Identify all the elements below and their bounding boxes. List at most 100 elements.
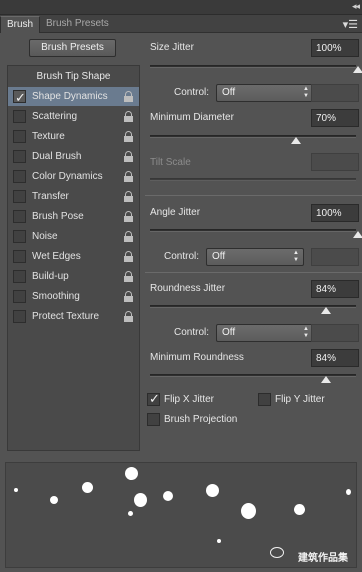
panel-menu-icon[interactable]: ▾☰ bbox=[343, 18, 358, 31]
lock-icon[interactable] bbox=[124, 291, 133, 302]
sidebar-item-build-up[interactable]: Build-up bbox=[8, 267, 139, 286]
lock-icon[interactable] bbox=[124, 251, 133, 262]
sidebar-item-label: Protect Texture bbox=[32, 311, 100, 322]
sidebar-item-label: Wet Edges bbox=[32, 251, 81, 262]
section-divider bbox=[145, 195, 362, 196]
flip-x-jitter-checkbox[interactable]: ✓ bbox=[147, 391, 160, 406]
size-control-value: Off bbox=[222, 87, 236, 98]
sidebar-item-label: Build-up bbox=[32, 271, 69, 282]
checkmark-icon: ✓ bbox=[15, 90, 26, 105]
sidebar-item-label: Color Dynamics bbox=[32, 171, 103, 182]
lock-icon[interactable] bbox=[124, 231, 133, 242]
color-dynamics-checkbox[interactable] bbox=[13, 170, 26, 183]
lock-icon[interactable] bbox=[124, 171, 133, 182]
minimum-roundness-label: Minimum Roundness bbox=[150, 352, 244, 363]
brush-dab bbox=[50, 496, 58, 504]
brush-dab bbox=[346, 489, 351, 495]
brush-dab bbox=[14, 488, 18, 492]
sidebar-item-label: Noise bbox=[32, 231, 58, 242]
tab-brush-presets[interactable]: Brush Presets bbox=[40, 16, 115, 33]
flip-x-jitter-label[interactable]: Flip X Jitter bbox=[164, 394, 214, 405]
lock-icon[interactable] bbox=[124, 131, 133, 142]
sidebar-item-label: Shape Dynamics bbox=[32, 91, 108, 102]
lock-icon[interactable] bbox=[124, 91, 133, 102]
lock-icon[interactable] bbox=[124, 211, 133, 222]
size-jitter-label: Size Jitter bbox=[150, 42, 194, 53]
angle-control-label: Control: bbox=[164, 251, 200, 262]
section-divider bbox=[145, 272, 362, 273]
size-jitter-thumb[interactable] bbox=[353, 66, 362, 73]
sidebar-item-smoothing[interactable]: Smoothing bbox=[8, 287, 139, 306]
angle-jitter-slider[interactable] bbox=[150, 229, 356, 232]
minimum-diameter-value[interactable]: 70% bbox=[311, 109, 359, 127]
angle-jitter-value[interactable]: 100% bbox=[311, 204, 359, 222]
build-up-checkbox[interactable] bbox=[13, 270, 26, 283]
sidebar-item-label: Dual Brush bbox=[32, 151, 82, 162]
sidebar-item-brush-pose[interactable]: Brush Pose bbox=[8, 207, 139, 226]
roundness-jitter-thumb[interactable] bbox=[321, 307, 331, 314]
tab-brush[interactable]: Brush bbox=[0, 16, 41, 33]
sidebar-item-color-dynamics[interactable]: Color Dynamics bbox=[8, 167, 139, 186]
size-control-select[interactable]: Off ▲ ▼ bbox=[216, 84, 314, 102]
tilt-scale-value bbox=[311, 153, 359, 171]
sidebar-item-wet-edges[interactable]: Wet Edges bbox=[8, 247, 139, 266]
brush-pose-checkbox[interactable] bbox=[13, 210, 26, 223]
sidebar-item-label: Texture bbox=[32, 131, 65, 142]
flip-y-jitter-checkbox[interactable] bbox=[258, 393, 271, 406]
brush-dab bbox=[82, 482, 93, 493]
angle-jitter-thumb[interactable] bbox=[353, 231, 362, 238]
lock-icon[interactable] bbox=[124, 271, 133, 282]
sidebar-item-transfer[interactable]: Transfer bbox=[8, 187, 139, 206]
roundness-jitter-value[interactable]: 84% bbox=[311, 280, 359, 298]
sidebar-item-label: Scattering bbox=[32, 111, 78, 122]
noise-checkbox[interactable] bbox=[13, 230, 26, 243]
texture-checkbox[interactable] bbox=[13, 130, 26, 143]
updown-arrows-icon: ▲ ▼ bbox=[293, 250, 299, 263]
brush-projection-checkbox[interactable] bbox=[147, 413, 160, 426]
smoothing-checkbox[interactable] bbox=[13, 290, 26, 303]
shape-dynamics-checkbox[interactable]: ✓ bbox=[13, 90, 26, 105]
tilt-scale-slider bbox=[150, 178, 356, 181]
brush-dab bbox=[241, 503, 256, 519]
sidebar-item-protect-texture[interactable]: Protect Texture bbox=[8, 307, 139, 326]
sidebar-item-dual-brush[interactable]: Dual Brush bbox=[8, 147, 139, 166]
roundness-control-aux-field bbox=[311, 324, 359, 342]
lock-icon[interactable] bbox=[124, 191, 133, 202]
minimum-diameter-label: Minimum Diameter bbox=[150, 112, 234, 123]
sidebar-item-label: Brush Pose bbox=[32, 211, 84, 222]
sidebar-item-noise[interactable]: Noise bbox=[8, 227, 139, 246]
angle-control-select[interactable]: Off ▲ ▼ bbox=[206, 248, 304, 266]
brush-presets-button[interactable]: Brush Presets bbox=[29, 39, 116, 57]
flip-y-jitter-label[interactable]: Flip Y Jitter bbox=[275, 394, 325, 405]
tilt-scale-label: Tilt Scale bbox=[150, 157, 191, 168]
roundness-control-value: Off bbox=[222, 327, 236, 338]
wet-edges-checkbox[interactable] bbox=[13, 250, 26, 263]
roundness-jitter-label: Roundness Jitter bbox=[150, 283, 226, 294]
size-jitter-value[interactable]: 100% bbox=[311, 39, 359, 57]
scattering-checkbox[interactable] bbox=[13, 110, 26, 123]
minimum-roundness-value[interactable]: 84% bbox=[311, 349, 359, 367]
sidebar-item-texture[interactable]: Texture bbox=[8, 127, 139, 146]
minimum-roundness-thumb[interactable] bbox=[321, 376, 331, 383]
brush-dab bbox=[125, 467, 138, 480]
watermark-text: 建筑作品集 bbox=[298, 553, 348, 564]
transfer-checkbox[interactable] bbox=[13, 190, 26, 203]
collapse-arrows-icon[interactable]: ◂◂ bbox=[352, 1, 360, 12]
roundness-control-select[interactable]: Off ▲ ▼ bbox=[216, 324, 314, 342]
brush-dab bbox=[217, 539, 221, 543]
lock-icon[interactable] bbox=[124, 151, 133, 162]
size-jitter-slider[interactable] bbox=[150, 65, 356, 68]
brush-stroke-preview: 建筑作品集 bbox=[5, 462, 357, 568]
brush-tip-shape-item[interactable]: Brush Tip Shape bbox=[8, 68, 139, 86]
minimum-diameter-thumb[interactable] bbox=[291, 137, 301, 144]
dual-brush-checkbox[interactable] bbox=[13, 150, 26, 163]
sidebar-item-shape-dynamics[interactable]: ✓ Shape Dynamics bbox=[8, 87, 139, 106]
brush-dab bbox=[163, 491, 173, 501]
lock-icon[interactable] bbox=[124, 311, 133, 322]
protect-texture-checkbox[interactable] bbox=[13, 310, 26, 323]
brush-projection-label[interactable]: Brush Projection bbox=[164, 414, 237, 425]
brush-dab bbox=[134, 493, 147, 507]
lock-icon[interactable] bbox=[124, 111, 133, 122]
minimum-diameter-slider[interactable] bbox=[150, 135, 356, 138]
sidebar-item-scattering[interactable]: Scattering bbox=[8, 107, 139, 126]
